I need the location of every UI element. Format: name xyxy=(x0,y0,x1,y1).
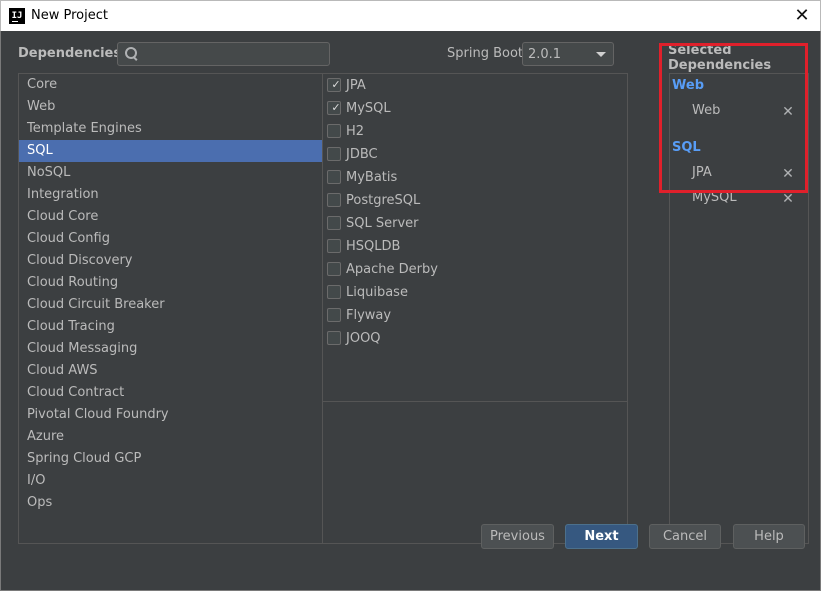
category-item[interactable]: SQL xyxy=(19,140,322,162)
dependency-label: Apache Derby xyxy=(346,262,438,277)
category-item[interactable]: Web xyxy=(19,96,322,118)
dependency-label: PostgreSQL xyxy=(346,193,421,208)
category-item[interactable]: Spring Cloud GCP xyxy=(19,448,322,470)
category-item[interactable]: NoSQL xyxy=(19,162,322,184)
help-button[interactable]: Help xyxy=(733,524,805,549)
remove-dependency-icon[interactable]: ✕ xyxy=(780,191,796,207)
dependency-checkbox[interactable] xyxy=(327,262,341,276)
search-input[interactable] xyxy=(117,42,330,66)
dependency-checkbox[interactable] xyxy=(327,285,341,299)
previous-button[interactable]: Previous xyxy=(481,524,554,549)
dependency-label: MyBatis xyxy=(346,170,398,185)
dependency-list: ✓ JPA ✓ MySQL H2 JDBC MyBatis PostgreSQL SQL Ser… xyxy=(322,73,628,544)
category-item[interactable]: Integration xyxy=(19,184,322,206)
category-item[interactable]: Cloud Messaging xyxy=(19,338,322,360)
dependency-checkbox[interactable] xyxy=(327,193,341,207)
dependencies-heading: Dependencies xyxy=(18,46,122,61)
spring-boot-version-select[interactable]: 2.0.1 xyxy=(522,42,614,66)
category-item[interactable]: Azure xyxy=(19,426,322,448)
dependency-label: JDBC xyxy=(346,147,378,162)
chevron-down-icon xyxy=(596,52,606,57)
category-item[interactable]: Pivotal Cloud Foundry xyxy=(19,404,322,426)
dependency-label: MySQL xyxy=(346,101,391,116)
category-item[interactable]: I/O xyxy=(19,470,322,492)
title-bar: IJ New Project ✕ xyxy=(0,0,821,31)
category-item[interactable]: Cloud Config xyxy=(19,228,322,250)
category-item[interactable]: Cloud Core xyxy=(19,206,322,228)
dependency-label: Liquibase xyxy=(346,285,408,300)
cancel-button[interactable]: Cancel xyxy=(649,524,721,549)
category-item[interactable]: Ops xyxy=(19,492,322,514)
spring-boot-label: Spring Boot xyxy=(447,46,524,61)
category-item[interactable]: Cloud Tracing xyxy=(19,316,322,338)
dependency-checkbox[interactable] xyxy=(327,331,341,345)
category-item[interactable]: Cloud Contract xyxy=(19,382,322,404)
intellij-app-icon: IJ xyxy=(9,8,25,24)
category-item[interactable]: Core xyxy=(19,74,322,96)
category-list: Core Web Template Engines SQL NoSQL Integrati… xyxy=(18,73,323,544)
dependency-checkbox[interactable] xyxy=(327,170,341,184)
highlight-box xyxy=(659,43,808,193)
dependency-description-divider xyxy=(323,401,627,402)
close-window-button[interactable]: ✕ xyxy=(792,5,812,27)
dependency-checkbox[interactable] xyxy=(327,147,341,161)
dependency-label: JOOQ xyxy=(346,331,381,346)
dependency-label: HSQLDB xyxy=(346,239,401,254)
dependency-checkbox[interactable]: ✓ xyxy=(327,101,341,115)
dependency-checkbox[interactable]: ✓ xyxy=(327,78,341,92)
category-item[interactable]: Cloud Routing xyxy=(19,272,322,294)
next-button[interactable]: Next xyxy=(565,524,638,549)
dependency-checkbox[interactable] xyxy=(327,216,341,230)
category-item[interactable]: Cloud AWS xyxy=(19,360,322,382)
dependency-label: Flyway xyxy=(346,308,392,323)
category-item[interactable]: Template Engines xyxy=(19,118,322,140)
dependency-label: JPA xyxy=(346,78,366,93)
spring-boot-version-value: 2.0.1 xyxy=(528,47,562,62)
dependency-checkbox[interactable] xyxy=(327,124,341,138)
category-item[interactable]: Cloud Discovery xyxy=(19,250,322,272)
checkmark-icon: ✓ xyxy=(331,101,341,114)
window-title: New Project xyxy=(31,8,108,23)
dependency-label: H2 xyxy=(346,124,365,139)
dependency-label: SQL Server xyxy=(346,216,419,231)
checkmark-icon: ✓ xyxy=(331,78,341,91)
search-icon xyxy=(125,47,139,61)
category-item[interactable]: Cloud Circuit Breaker xyxy=(19,294,322,316)
dependency-checkbox[interactable] xyxy=(327,239,341,253)
dependency-checkbox[interactable] xyxy=(327,308,341,322)
